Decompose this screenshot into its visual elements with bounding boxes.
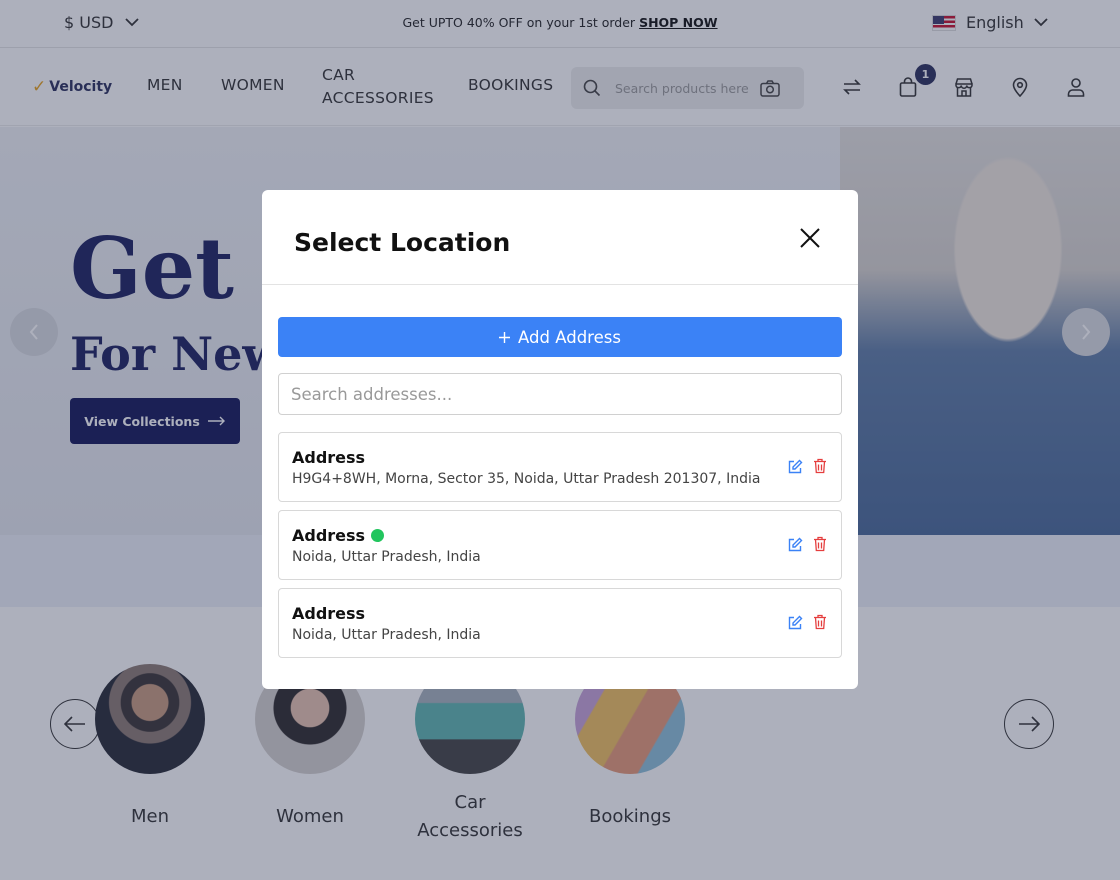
address-title: Address [292,526,385,545]
address-title-text: Address [292,448,366,467]
edit-icon[interactable] [787,537,803,553]
address-title: Address [292,448,365,467]
edit-icon[interactable] [787,459,803,475]
address-title: Address [292,604,365,623]
modal-divider [262,284,858,285]
address-text: H9G4+8WH, Morna, Sector 35, Noida, Uttar… [292,471,761,487]
modal-title: Select Location [294,228,511,257]
plus-icon [499,331,511,343]
address-search-input[interactable] [278,373,842,415]
add-address-button[interactable]: Add Address [278,317,842,357]
active-address-indicator [371,529,385,542]
trash-icon[interactable] [813,458,827,474]
address-title-text: Address [292,604,366,623]
address-text: Noida, Uttar Pradesh, India [292,627,481,643]
close-icon[interactable] [798,226,822,250]
add-address-label: Add Address [518,327,621,347]
edit-icon[interactable] [787,615,803,631]
trash-icon[interactable] [813,614,827,630]
address-title-text: Address [292,526,366,545]
address-card[interactable]: Address Noida, Uttar Pradesh, India [278,510,842,580]
address-card[interactable]: Address H9G4+8WH, Morna, Sector 35, Noid… [278,432,842,502]
select-location-modal: Select Location Add Address Address H9G4… [262,190,858,689]
address-text: Noida, Uttar Pradesh, India [292,549,481,565]
address-card[interactable]: Address Noida, Uttar Pradesh, India [278,588,842,658]
trash-icon[interactable] [813,536,827,552]
